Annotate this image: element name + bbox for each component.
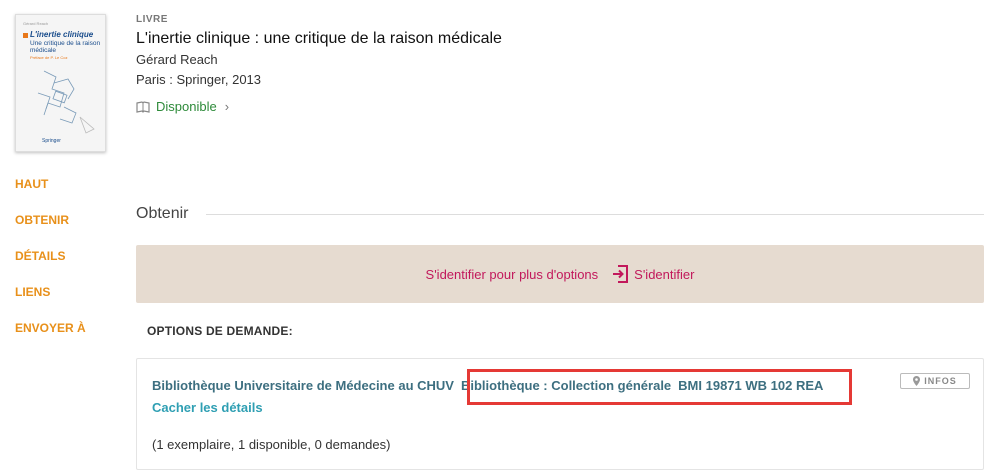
sign-in-icon xyxy=(613,265,629,283)
cover-title: L'inertie clinique xyxy=(30,30,94,39)
nav-item-obtenir[interactable]: OBTENIR xyxy=(15,208,86,244)
infos-label: INFOS xyxy=(924,376,957,386)
nav-item-details[interactable]: DÉTAILS xyxy=(15,244,86,280)
nav-item-haut[interactable]: HAUT xyxy=(15,172,86,208)
record-author: Gérard Reach xyxy=(136,52,218,67)
sign-in-button[interactable]: S'identifier xyxy=(612,265,694,283)
record-type: LIVRE xyxy=(136,14,168,25)
book-icon xyxy=(136,100,150,113)
holding-card: Bibliothèque Universitaire de Médecine a… xyxy=(136,358,984,470)
section-divider xyxy=(206,213,984,215)
cover-illustration xyxy=(37,70,95,134)
record-publication: Paris : Springer, 2013 xyxy=(136,72,262,87)
cover-author: Gérard Reach xyxy=(23,21,49,26)
section-nav: HAUT OBTENIR DÉTAILS LIENS ENVOYER À xyxy=(15,172,86,352)
record-title[interactable]: L'inertie clinique : une critique de la … xyxy=(136,30,502,48)
login-banner: S'identifier pour plus d'options S'ident… xyxy=(136,245,984,303)
record-details: LIVRE L'inertie clinique : une critique … xyxy=(136,14,502,114)
sign-in-label: S'identifier xyxy=(634,266,695,282)
obtain-heading: Obtenir xyxy=(136,205,189,222)
cover-subtitle: Une critique de la raison médicale xyxy=(30,40,101,54)
availability-status[interactable]: Disponible › xyxy=(136,99,502,114)
library-name[interactable]: Bibliothèque Universitaire de Médecine a… xyxy=(152,378,454,393)
highlight-box xyxy=(467,369,852,405)
obtain-section-header: Obtenir xyxy=(136,205,984,223)
hide-details-link[interactable]: Cacher les détails xyxy=(152,400,263,415)
book-cover[interactable]: Gérard Reach L'inertie clinique Une crit… xyxy=(15,14,106,152)
nav-item-liens[interactable]: LIENS xyxy=(15,280,86,316)
holding-counts: (1 exemplaire, 1 disponible, 0 demandes) xyxy=(152,437,391,452)
map-pin-icon xyxy=(913,376,921,386)
cover-publisher-logo: Springer xyxy=(42,138,61,144)
request-options-label: OPTIONS DE DEMANDE: xyxy=(147,324,293,338)
cover-foreword: Préface de P. Le Coz xyxy=(30,55,68,60)
availability-label: Disponible xyxy=(156,99,217,114)
infos-button[interactable]: INFOS xyxy=(900,373,970,389)
nav-item-envoyer[interactable]: ENVOYER À xyxy=(15,316,86,352)
cover-mark xyxy=(23,33,28,38)
chevron-right-icon: › xyxy=(224,99,230,114)
login-message[interactable]: S'identifier pour plus d'options xyxy=(426,267,599,282)
